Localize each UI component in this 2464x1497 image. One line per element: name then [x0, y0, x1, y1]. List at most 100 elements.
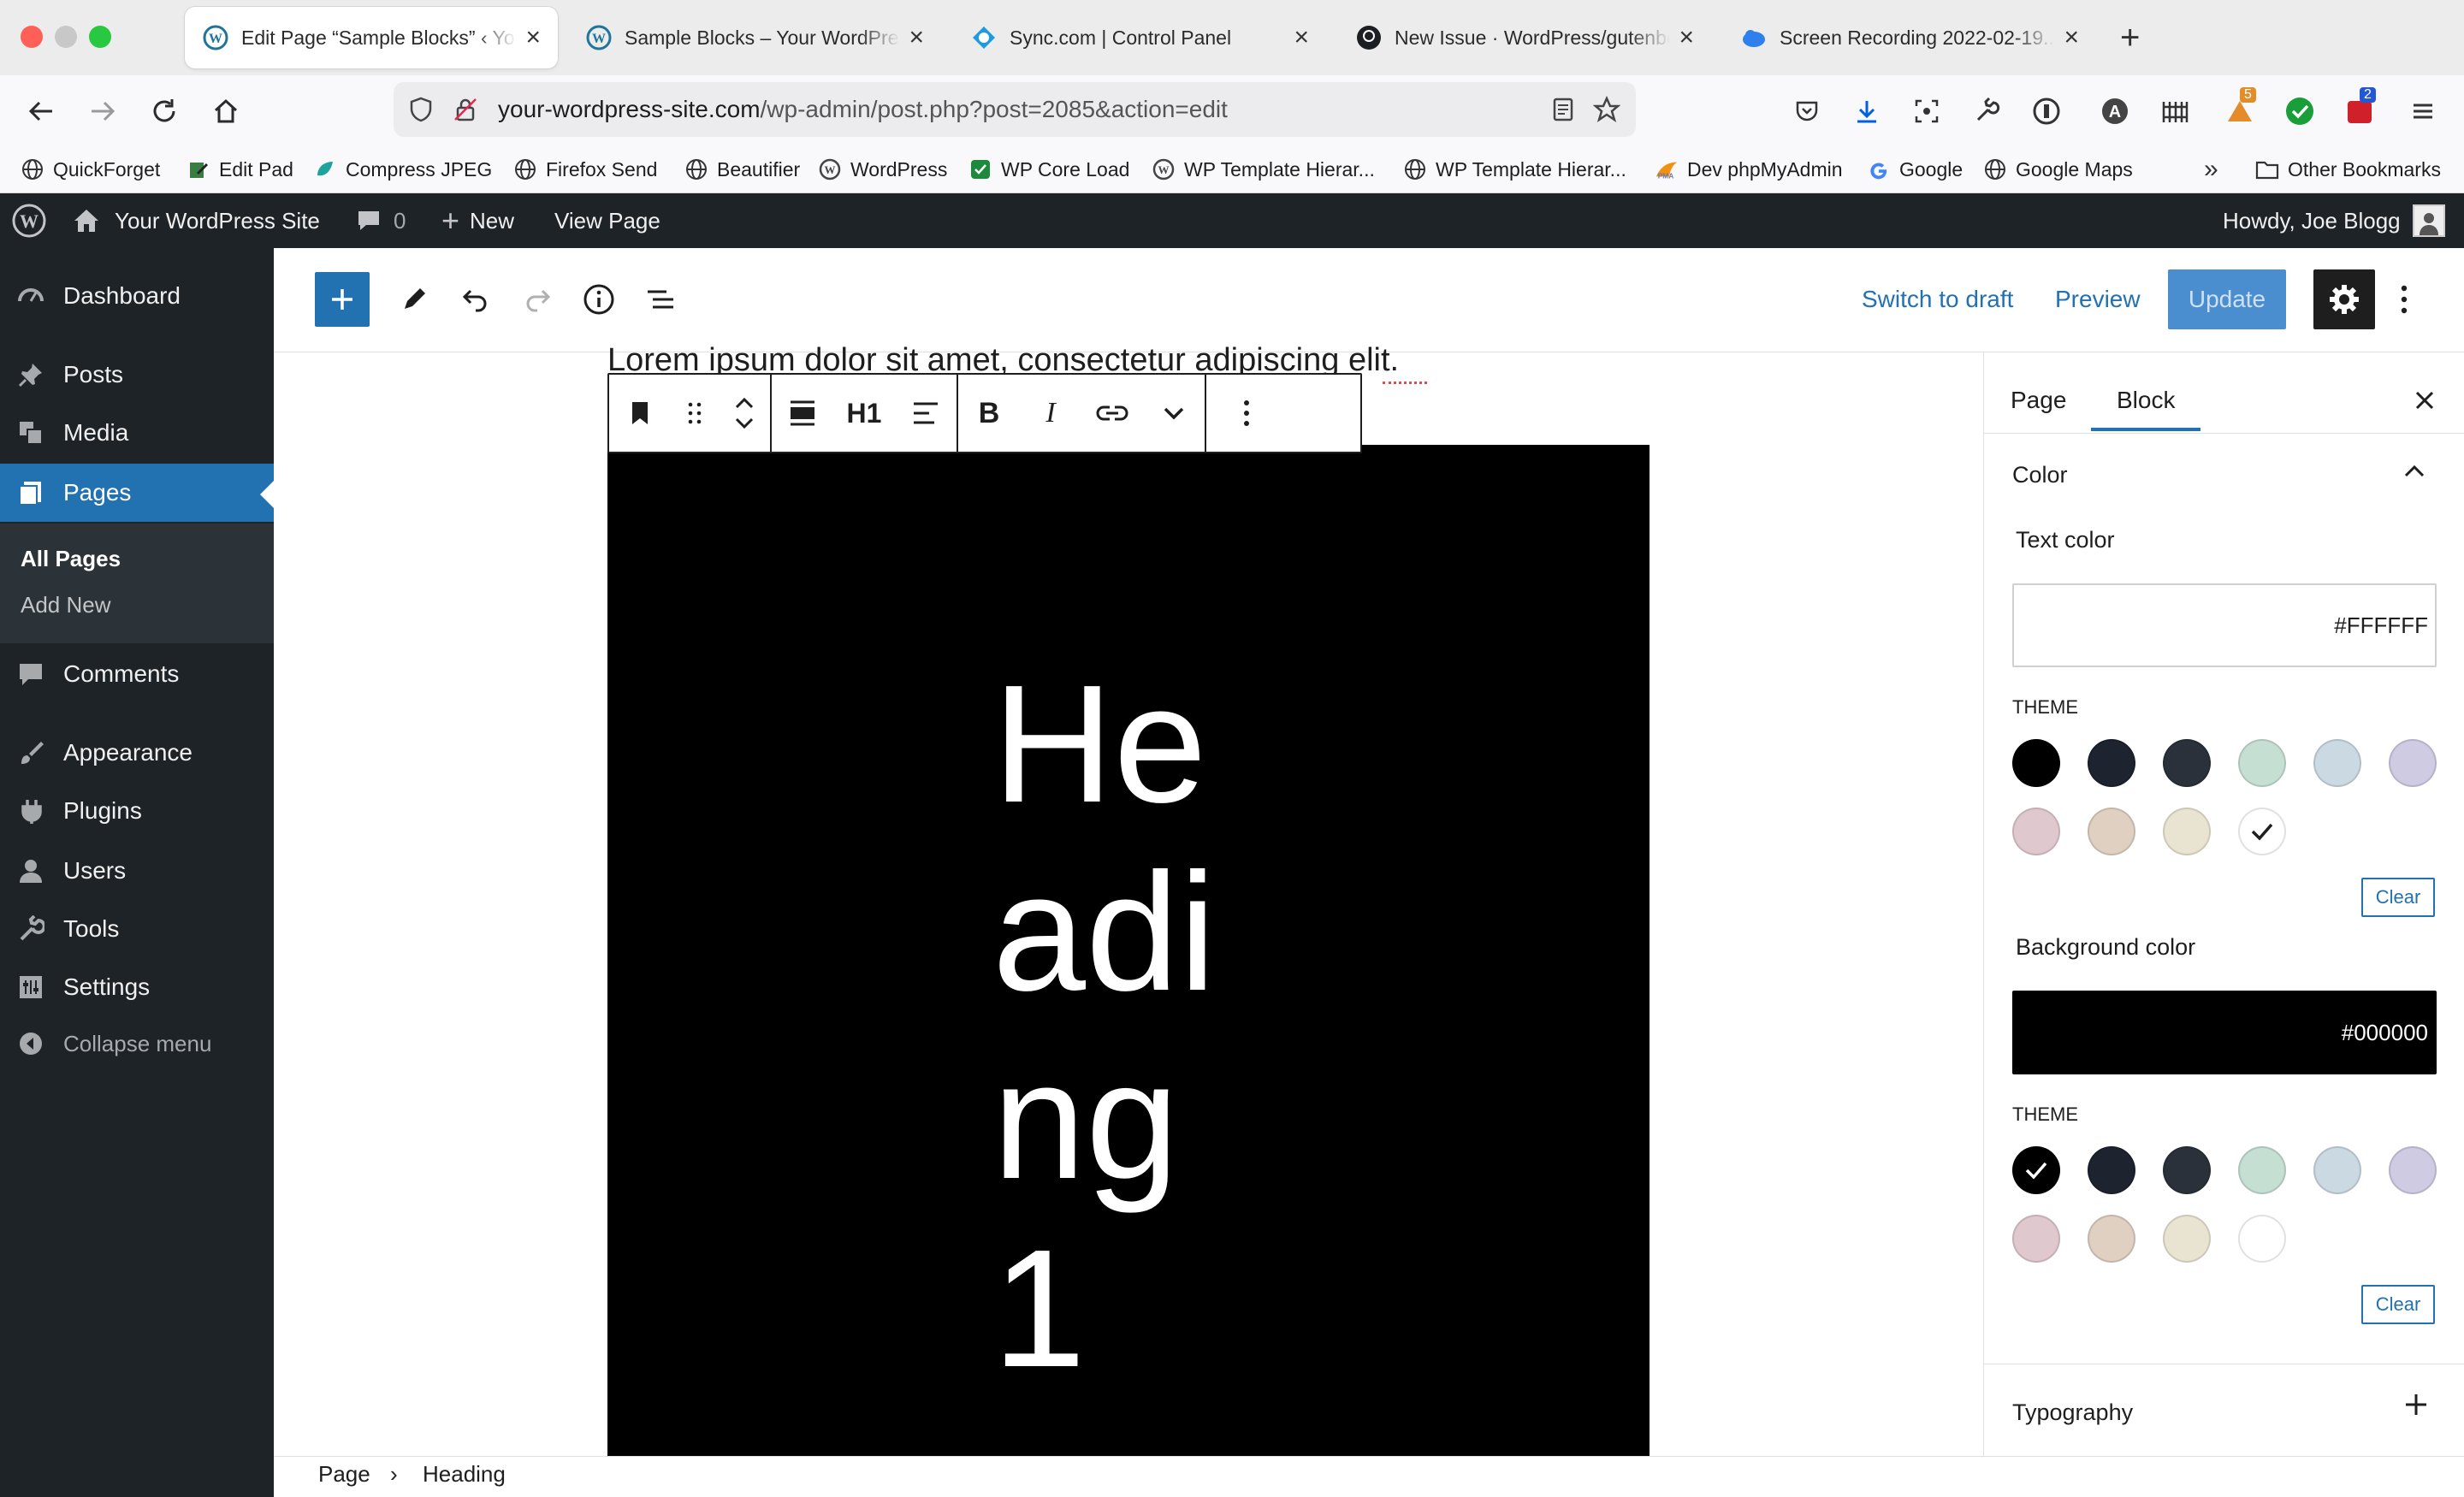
sidebar-item-plugins[interactable]: Plugins — [0, 782, 274, 840]
browser-tab-2[interactable]: W Sample Blocks – Your WordPress Site × — [568, 7, 941, 68]
browser-tab-3[interactable]: Sync.com | Control Panel × — [953, 7, 1326, 68]
block-align-button[interactable] — [772, 375, 833, 452]
text-color-swatch[interactable] — [2088, 808, 2135, 855]
close-settings-button[interactable] — [2401, 376, 2449, 424]
reader-view-icon[interactable] — [1550, 97, 1576, 122]
site-name-link[interactable]: Your WordPress Site — [72, 193, 320, 248]
text-color-swatch[interactable] — [2012, 739, 2060, 787]
submenu-add-new[interactable]: Add New — [21, 592, 111, 618]
pocket-icon[interactable] — [1788, 92, 1826, 130]
new-content-link[interactable]: + New — [441, 193, 514, 248]
text-align-button[interactable] — [895, 375, 957, 452]
extension-badge-2-icon[interactable]: 2 — [2341, 87, 2378, 130]
bookmark-wp-core-load[interactable]: WP Core Load — [968, 151, 1129, 188]
close-tab-icon[interactable]: × — [909, 23, 924, 52]
block-options-button[interactable] — [1206, 375, 1287, 452]
bookmark-quickforget[interactable]: QuickForget — [21, 151, 160, 188]
typography-panel-title[interactable]: Typography — [2012, 1399, 2133, 1426]
text-color-swatch[interactable] — [2389, 739, 2437, 787]
text-color-swatch[interactable] — [2238, 739, 2286, 787]
sidebar-item-collapse-menu[interactable]: Collapse menu — [0, 1015, 274, 1073]
breadcrumb-heading[interactable]: Heading — [423, 1461, 506, 1488]
info-ext-icon[interactable] — [2028, 92, 2065, 130]
background-color-swatch[interactable] — [2389, 1146, 2437, 1194]
url-bar[interactable]: your-wordpress-site.com/wp-admin/post.ph… — [394, 82, 1636, 137]
bookmark-compress-jpeg[interactable]: Compress JPEG — [313, 151, 492, 188]
text-color-swatch[interactable] — [2313, 739, 2361, 787]
close-tab-icon[interactable]: × — [1679, 23, 1694, 52]
text-color-swatch[interactable] — [2238, 808, 2286, 855]
bookmark-wp-template-hierar[interactable]: WP Template Hierar... — [1403, 151, 1626, 188]
background-color-swatch[interactable] — [2012, 1215, 2060, 1263]
close-tab-icon[interactable]: × — [1294, 23, 1309, 52]
breadcrumb-page[interactable]: Page — [318, 1461, 370, 1488]
view-page-link[interactable]: View Page — [554, 193, 660, 248]
link-button[interactable] — [1081, 375, 1143, 452]
sidebar-item-posts[interactable]: Posts — [0, 346, 274, 404]
sidebar-item-comments[interactable]: Comments — [0, 645, 274, 703]
account-ext-icon[interactable]: A — [2096, 92, 2134, 130]
sidebar-item-appearance[interactable]: Appearance — [0, 724, 274, 782]
hamburger-menu-icon[interactable] — [2404, 92, 2442, 130]
plus-icon[interactable] — [2404, 1393, 2428, 1417]
background-color-preview[interactable]: #000000 — [2012, 991, 2437, 1074]
bookmark-wp-template-hierar[interactable]: W WP Template Hierar... — [1152, 151, 1375, 188]
wrench-tool-icon[interactable] — [1968, 92, 2005, 130]
background-color-swatch[interactable] — [2163, 1146, 2211, 1194]
bold-button[interactable]: B — [958, 375, 1020, 452]
sidebar-item-settings[interactable]: Settings — [0, 958, 274, 1016]
preview-button[interactable]: Preview — [2055, 272, 2141, 327]
reload-icon[interactable] — [140, 87, 188, 135]
bookmark-google-maps[interactable]: Google Maps — [1983, 151, 2133, 188]
tab-page[interactable]: Page — [2011, 370, 2066, 431]
text-color-swatch[interactable] — [2163, 739, 2211, 787]
submenu-all-pages[interactable]: All Pages — [21, 546, 121, 572]
close-tab-icon[interactable]: × — [2064, 23, 2079, 52]
home-icon[interactable] — [202, 87, 250, 135]
sidebar-item-users[interactable]: Users — [0, 842, 274, 900]
browser-tab-5[interactable]: Screen Recording 2022-02-19... × — [1723, 7, 2096, 68]
background-color-swatch[interactable] — [2088, 1215, 2135, 1263]
more-formats-button[interactable] — [1143, 375, 1205, 452]
sidebar-item-tools[interactable]: Tools — [0, 900, 274, 958]
switch-to-draft-button[interactable]: Switch to draft — [1862, 272, 2013, 327]
clear-text-color-button[interactable]: Clear — [2361, 878, 2435, 917]
text-color-preview[interactable]: #FFFFFF — [2012, 583, 2437, 667]
details-button[interactable] — [572, 272, 626, 327]
close-tab-icon[interactable]: × — [525, 23, 541, 52]
color-panel-title[interactable]: Color — [2012, 462, 2068, 488]
wp-logo-icon[interactable]: W — [12, 193, 46, 248]
maximize-window-button[interactable] — [89, 26, 111, 48]
update-button[interactable]: Update — [2168, 269, 2286, 329]
text-color-swatch[interactable] — [2163, 808, 2211, 855]
heading-text[interactable]: Heading 1 — [992, 650, 1249, 1403]
grid-ext-icon[interactable] — [2156, 92, 2194, 130]
bookmark-edit-pad[interactable]: Edit Pad — [187, 151, 293, 188]
bookmarks-overflow-icon[interactable]: » — [2204, 151, 2218, 188]
insecure-lock-icon[interactable] — [452, 96, 486, 123]
block-type-button[interactable] — [609, 375, 671, 452]
screenshot-icon[interactable] — [1908, 92, 1946, 130]
bookmark-firefox-send[interactable]: Firefox Send — [513, 151, 657, 188]
new-tab-icon[interactable]: + — [2120, 19, 2140, 57]
tab-block[interactable]: Block — [2117, 370, 2175, 431]
howdy-user-link[interactable]: Howdy, Joe Blogg — [2223, 193, 2445, 248]
close-window-button[interactable] — [21, 26, 43, 48]
italic-button[interactable]: I — [1020, 375, 1081, 452]
sidebar-item-media[interactable]: Media — [0, 404, 274, 462]
browser-tab-1[interactable]: W Edit Page “Sample Blocks” ‹ Your WordP… — [185, 7, 558, 68]
extension-badge-1-icon[interactable]: 5 — [2221, 87, 2259, 130]
bookmark-google[interactable]: Google — [1867, 151, 1963, 188]
add-block-button[interactable] — [315, 272, 370, 327]
browser-tab-4[interactable]: New Issue · WordPress/gutenberg × — [1338, 7, 1711, 68]
check-ext-icon[interactable] — [2281, 92, 2319, 130]
move-up-down-buttons[interactable] — [719, 375, 770, 452]
redo-button[interactable] — [510, 272, 565, 327]
clear-background-color-button[interactable]: Clear — [2361, 1285, 2435, 1324]
background-color-swatch[interactable] — [2088, 1146, 2135, 1194]
minimize-window-button[interactable] — [55, 26, 77, 48]
other-bookmarks[interactable]: Other Bookmarks — [2255, 151, 2441, 188]
options-menu-button[interactable] — [2378, 272, 2430, 327]
back-icon[interactable] — [17, 87, 65, 135]
background-color-swatch[interactable] — [2012, 1146, 2060, 1194]
